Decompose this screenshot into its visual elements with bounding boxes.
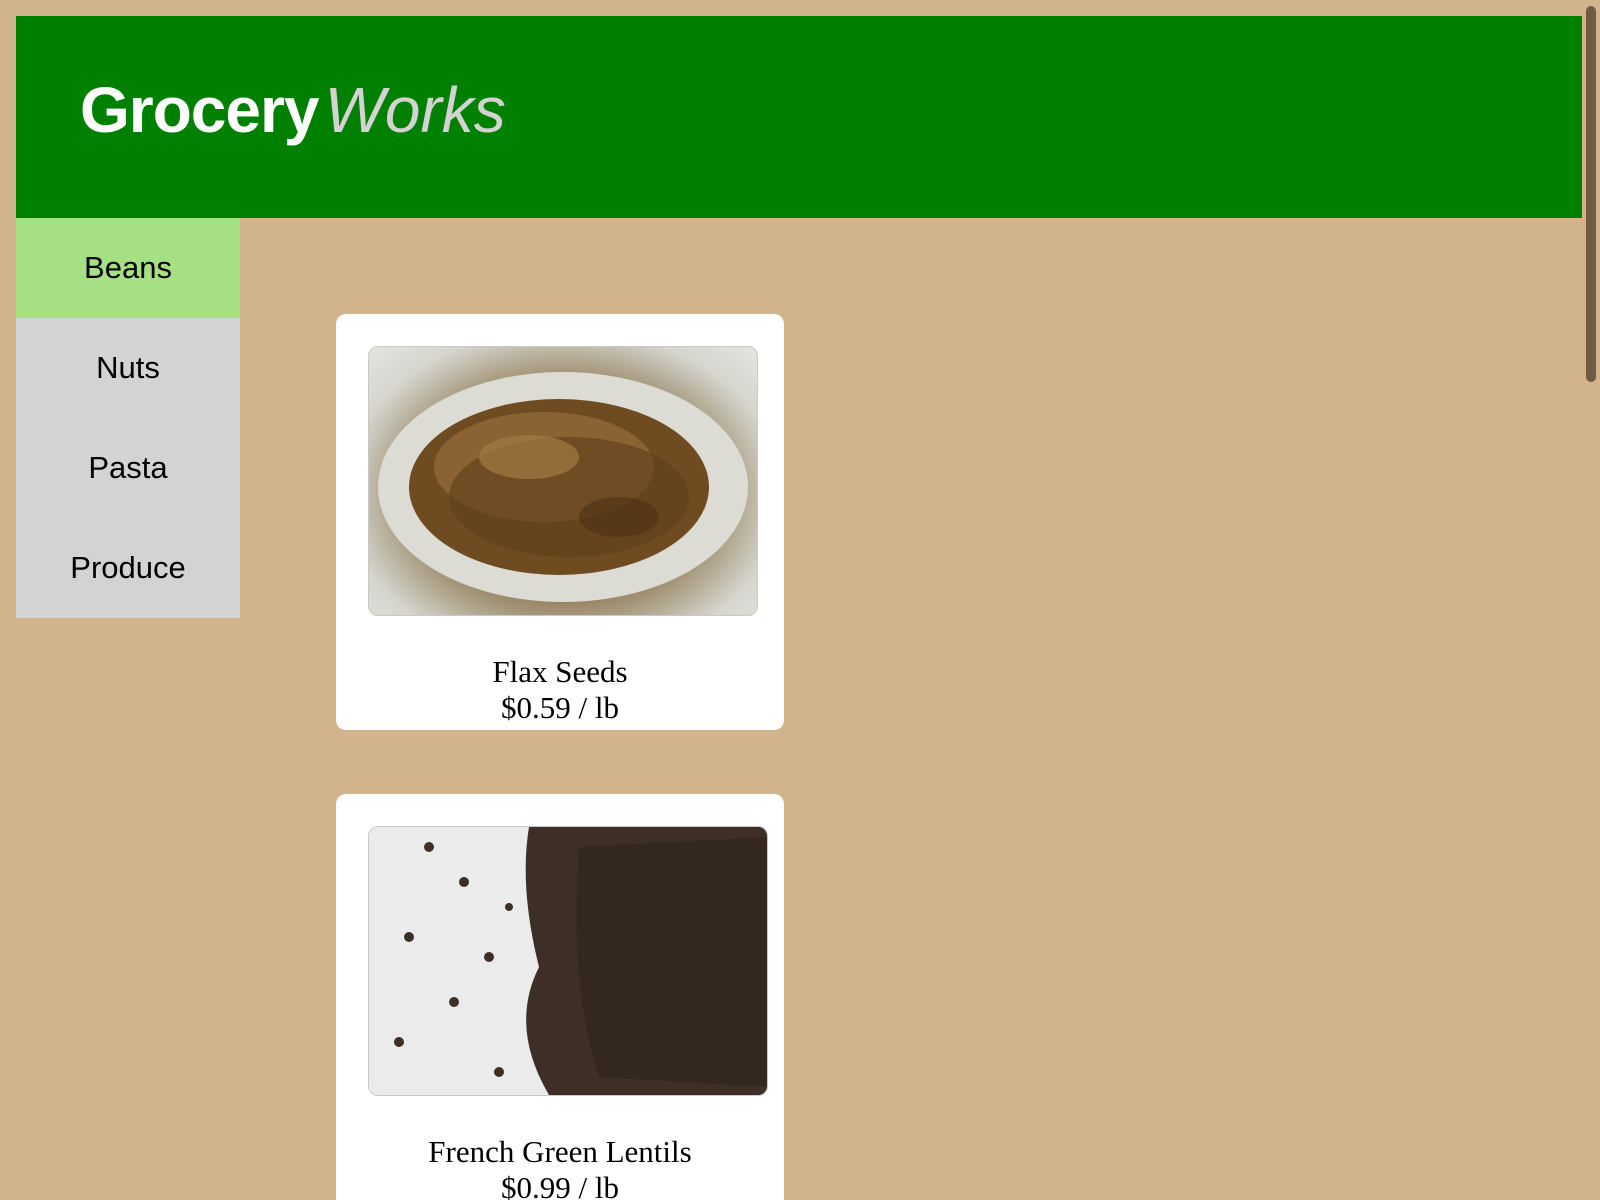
page-scrollbar[interactable] <box>1584 0 1598 1200</box>
product-card[interactable]: Flax Seeds $0.59 / lb <box>336 314 784 730</box>
sidebar-item-pasta[interactable]: Pasta <box>16 418 240 518</box>
grocery-works-page: GroceryWorks Beans Nuts Pasta Produce Fl… <box>0 0 1600 1200</box>
sidebar-item-nuts[interactable]: Nuts <box>16 318 240 418</box>
french-green-lentils-photo[interactable] <box>368 826 768 1096</box>
category-sidebar: Beans Nuts Pasta Produce <box>16 218 240 618</box>
sidebar-item-produce[interactable]: Produce <box>16 518 240 618</box>
logo-grocery-text: Grocery <box>80 74 319 146</box>
flax-seeds-photo[interactable] <box>368 346 758 616</box>
lentils-image-art <box>369 827 767 1095</box>
product-price: $0.99 / lb <box>501 1170 619 1200</box>
flax-seeds-image-art <box>378 372 748 602</box>
scrollbar-thumb[interactable] <box>1586 6 1596 382</box>
product-name[interactable]: Flax Seeds <box>336 654 784 690</box>
site-header: GroceryWorks <box>16 16 1582 218</box>
sidebar-item-beans[interactable]: Beans <box>16 218 240 318</box>
logo-works-text: Works <box>324 74 506 146</box>
product-price: $0.59 / lb <box>501 690 619 725</box>
site-logo[interactable]: GroceryWorks <box>80 78 506 142</box>
product-name[interactable]: French Green Lentils <box>336 1134 784 1170</box>
product-card[interactable]: French Green Lentils $0.99 / lb <box>336 794 784 1200</box>
